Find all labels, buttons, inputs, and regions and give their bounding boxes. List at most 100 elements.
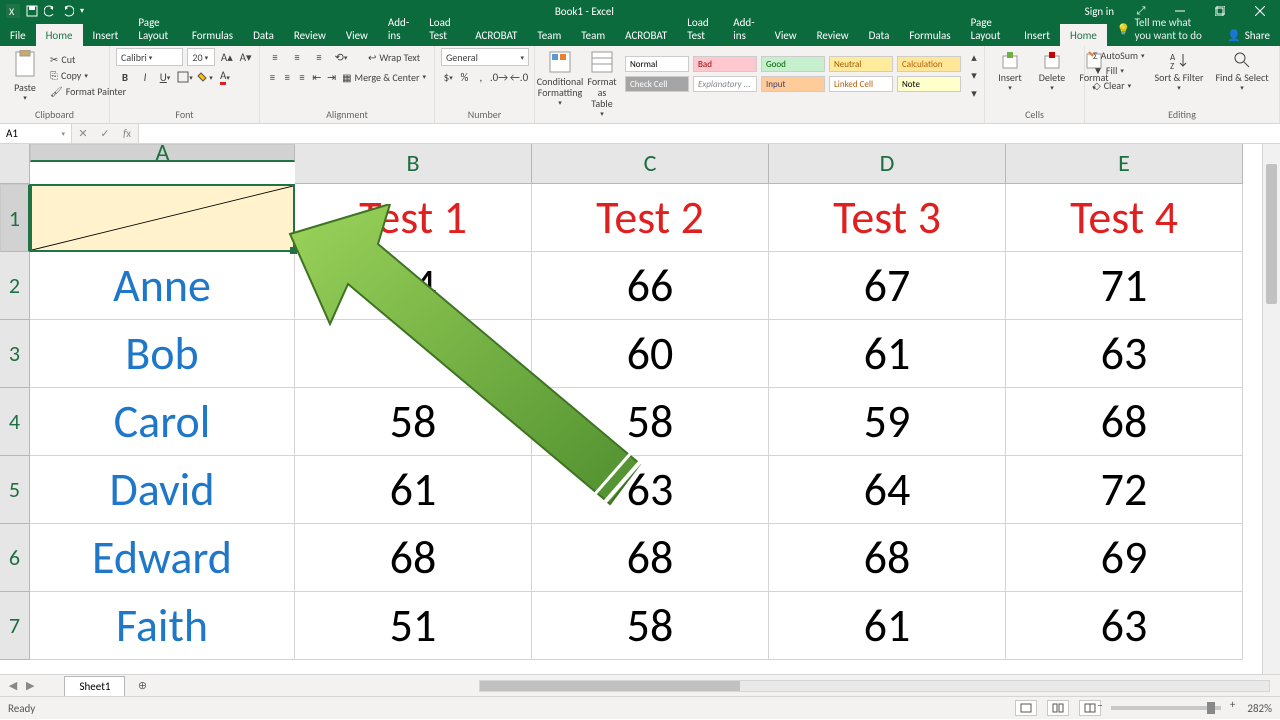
tab-team[interactable]: Team bbox=[571, 24, 615, 46]
tab-home[interactable]: Home bbox=[36, 24, 83, 46]
zoom-level[interactable]: 282% bbox=[1247, 702, 1272, 715]
clear-button[interactable]: ◇Clear▾ bbox=[1091, 78, 1147, 93]
share-button[interactable]: 👤 Share bbox=[1217, 24, 1280, 46]
tab-view[interactable]: View bbox=[336, 24, 378, 46]
tab-data[interactable]: Data bbox=[859, 24, 900, 46]
percent-button[interactable]: % bbox=[457, 68, 471, 86]
cell-B2[interactable]: 64 bbox=[295, 252, 532, 320]
underline-button[interactable]: U▾ bbox=[156, 68, 174, 86]
cell-styles-gallery[interactable]: NormalBadGoodNeutralCalculationCheck Cel… bbox=[625, 56, 963, 94]
cell-A2[interactable]: Anne bbox=[30, 252, 295, 320]
cell-A5[interactable]: David bbox=[30, 456, 295, 524]
find-select-button[interactable]: Find & Select▾ bbox=[1211, 48, 1272, 94]
cell-B5[interactable]: 61 bbox=[295, 456, 532, 524]
cell-A1[interactable] bbox=[30, 184, 295, 252]
style-good[interactable]: Good bbox=[761, 56, 825, 72]
cell-D7[interactable]: 61 bbox=[769, 592, 1006, 660]
cell-E7[interactable]: 63 bbox=[1006, 592, 1243, 660]
tab-formulas[interactable]: Formulas bbox=[182, 24, 243, 46]
conditional-formatting-button[interactable]: Conditional Formatting▾ bbox=[541, 48, 579, 109]
name-box[interactable]: A1▾ bbox=[0, 124, 72, 143]
cell-B4[interactable]: 58 bbox=[295, 388, 532, 456]
dec-decimal-button[interactable]: ←.0 bbox=[510, 68, 528, 86]
tell-me[interactable]: 💡 Tell me what you want to do bbox=[1107, 11, 1217, 46]
tab-view[interactable]: View bbox=[765, 24, 807, 46]
style-check-cell[interactable]: Check Cell bbox=[625, 76, 689, 92]
redo-icon[interactable] bbox=[62, 5, 74, 17]
cell-C4[interactable]: 58 bbox=[532, 388, 769, 456]
tab-formulas[interactable]: Formulas bbox=[899, 24, 960, 46]
save-icon[interactable] bbox=[26, 5, 38, 17]
gallery-more-icon[interactable]: ▾ bbox=[965, 84, 983, 102]
font-name-select[interactable]: Calibri▾ bbox=[116, 48, 183, 66]
sheet-tab[interactable]: Sheet1 bbox=[64, 676, 125, 696]
col-header-A[interactable]: A bbox=[30, 144, 295, 162]
font-color-button[interactable]: A▾ bbox=[216, 68, 234, 86]
tab-acrobat[interactable]: ACROBAT bbox=[465, 24, 527, 46]
comma-button[interactable]: , bbox=[474, 68, 488, 86]
row-header-7[interactable]: 7 bbox=[0, 592, 30, 660]
delete-cells-button[interactable]: Delete▾ bbox=[1033, 48, 1071, 94]
tab-insert[interactable]: Insert bbox=[1014, 24, 1060, 46]
style-note[interactable]: Note bbox=[897, 76, 961, 92]
cell-A7[interactable]: Faith bbox=[30, 592, 295, 660]
tab-data[interactable]: Data bbox=[243, 24, 284, 46]
cell-D5[interactable]: 64 bbox=[769, 456, 1006, 524]
italic-button[interactable]: I bbox=[136, 68, 154, 86]
cell-A6[interactable]: Edward bbox=[30, 524, 295, 592]
zoom-slider[interactable] bbox=[1111, 706, 1221, 710]
shrink-font-button[interactable]: A▾ bbox=[238, 48, 253, 66]
col-header-B[interactable]: B bbox=[295, 144, 532, 184]
bold-button[interactable]: B bbox=[116, 68, 134, 86]
style-explanatory-[interactable]: Explanatory ... bbox=[693, 76, 757, 92]
border-button[interactable]: ▾ bbox=[176, 68, 194, 86]
tab-add-ins[interactable]: Add-ins bbox=[723, 11, 764, 46]
align-left-button[interactable]: ≡ bbox=[266, 68, 279, 86]
cell-A3[interactable]: Bob bbox=[30, 320, 295, 388]
col-header-E[interactable]: E bbox=[1006, 144, 1243, 184]
fill-button[interactable]: ▼Fill▾ bbox=[1091, 63, 1147, 78]
insert-cells-button[interactable]: Insert▾ bbox=[991, 48, 1029, 94]
page-layout-view-button[interactable] bbox=[1047, 700, 1069, 716]
merge-center-button[interactable]: ▦Merge & Center▾ bbox=[340, 70, 428, 85]
cell-C5[interactable]: 63 bbox=[532, 456, 769, 524]
cell-B3[interactable] bbox=[295, 320, 532, 388]
cell-D6[interactable]: 68 bbox=[769, 524, 1006, 592]
cell-E4[interactable]: 68 bbox=[1006, 388, 1243, 456]
tab-file[interactable]: File bbox=[0, 24, 36, 46]
cell-C7[interactable]: 58 bbox=[532, 592, 769, 660]
orientation-button[interactable]: ⟲▾ bbox=[332, 48, 350, 66]
col-header-D[interactable]: D bbox=[769, 144, 1006, 184]
align-right-button[interactable]: ≡ bbox=[296, 68, 309, 86]
gallery-up-icon[interactable]: ▴ bbox=[965, 48, 983, 66]
grow-font-button[interactable]: A▴ bbox=[219, 48, 234, 66]
tab-nav-next[interactable]: ▶ bbox=[26, 679, 34, 692]
style-normal[interactable]: Normal bbox=[625, 56, 689, 72]
sort-filter-button[interactable]: AZSort & Filter▾ bbox=[1151, 48, 1208, 94]
cell-C3[interactable]: 60 bbox=[532, 320, 769, 388]
normal-view-button[interactable] bbox=[1015, 700, 1037, 716]
autosum-button[interactable]: ΣAutoSum▾ bbox=[1091, 48, 1147, 63]
style-linked-cell[interactable]: Linked Cell bbox=[829, 76, 893, 92]
tab-acrobat[interactable]: ACROBAT bbox=[615, 24, 677, 46]
cell-A4[interactable]: Carol bbox=[30, 388, 295, 456]
worksheet[interactable]: ABCDE 1234567 Test 1Test 2Test 3Test 4An… bbox=[0, 144, 1280, 674]
cell-E5[interactable]: 72 bbox=[1006, 456, 1243, 524]
row-header-5[interactable]: 5 bbox=[0, 456, 30, 524]
wrap-text-button[interactable]: ↩Wrap Text bbox=[366, 50, 422, 65]
style-neutral[interactable]: Neutral bbox=[829, 56, 893, 72]
cell-E3[interactable]: 63 bbox=[1006, 320, 1243, 388]
style-calculation[interactable]: Calculation bbox=[897, 56, 961, 72]
tab-page-layout[interactable]: Page Layout bbox=[128, 11, 182, 46]
formula-input[interactable] bbox=[139, 124, 1280, 143]
format-as-table-button[interactable]: Format as Table▾ bbox=[583, 48, 621, 120]
vertical-scrollbar[interactable] bbox=[1262, 144, 1280, 674]
cell-D1[interactable]: Test 3 bbox=[769, 184, 1006, 252]
fill-color-button[interactable]: ▾ bbox=[196, 68, 214, 86]
align-center-button[interactable]: ≡ bbox=[281, 68, 294, 86]
tab-load-test[interactable]: Load Test bbox=[419, 11, 465, 46]
cancel-formula-button[interactable]: ✕ bbox=[72, 127, 94, 140]
row-header-4[interactable]: 4 bbox=[0, 388, 30, 456]
tab-team[interactable]: Team bbox=[527, 24, 571, 46]
tab-home[interactable]: Home bbox=[1060, 24, 1107, 46]
